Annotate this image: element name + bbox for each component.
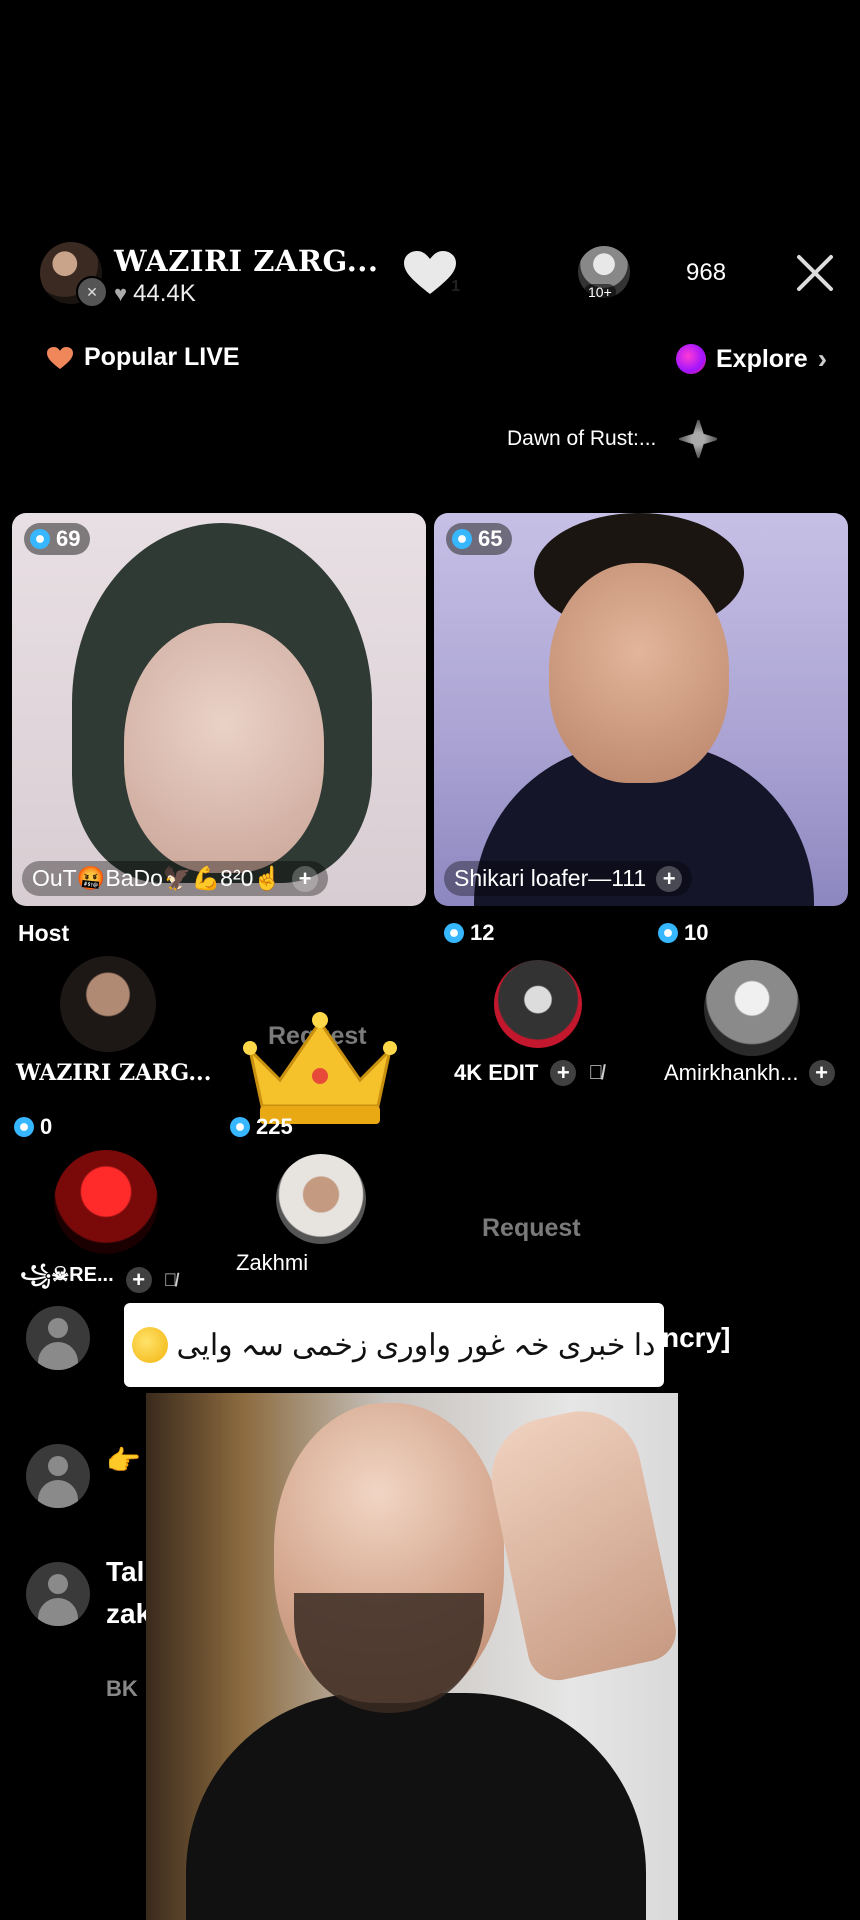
follow-plus-icon[interactable]: + [550,1060,577,1086]
game-label: Dawn of Rust:... [507,427,657,450]
seat1-count: 12 [444,920,494,946]
host-seat-name: WAZIRI ZARG... [16,1060,212,1086]
explore-link[interactable]: Explore › [676,343,827,375]
tile-name: Shikari loafer—111 [454,865,647,891]
seat1-namebar[interactable]: 4K EDIT + 🎙̸ [454,1060,603,1086]
request-label-2[interactable]: Request [482,1214,581,1243]
mic-off-icon: ✕ [76,276,108,308]
chat-line-1-suffix: ncry] [662,1322,731,1353]
seat3-avatar[interactable] [54,1150,158,1254]
chat-line-4b: zak [106,1598,152,1629]
game-icon [676,417,721,461]
seat2-avatar[interactable] [704,960,800,1056]
tile-name: OuT🤬BaDo🦅💪8²0☝ [32,865,283,891]
face-shape [549,563,729,783]
chat-line-5: BK [106,1676,138,1701]
gem-icon [658,923,678,943]
seat1-name: 4K EDIT [454,1060,539,1085]
viewer-pill: 69 [24,523,91,555]
popular-live-label: Popular LIVE [84,343,240,371]
seat1-avatar[interactable] [494,960,582,1048]
host-avatar[interactable]: ✕ [40,242,108,308]
seat2-namebar[interactable]: Amirkhankh... + [664,1060,835,1086]
follow-plus-icon[interactable]: + [656,865,683,892]
close-button[interactable] [792,250,838,296]
gem-icon [452,529,472,549]
tile-namebar[interactable]: Shikari loafer—111 + [444,861,693,896]
mic-off-icon: 🎙̸ [163,1269,178,1290]
seat3-name: ꧁☠RE... [20,1264,114,1286]
mic-off-icon: 🎙̸ [588,1061,604,1084]
likes-value: 44.4K [133,280,196,307]
hand-shape [480,1400,678,1686]
chat-avatar[interactable] [26,1562,90,1626]
explore-label: Explore [716,344,808,373]
seat2-name: Amirkhankh... [664,1060,799,1085]
gem-icon [230,1117,250,1137]
thinking-emoji-icon [132,1327,169,1363]
chat-line-3: 👉 [106,1445,141,1476]
like-button[interactable]: 1 [402,250,460,296]
follow-plus-icon[interactable]: + [292,865,319,892]
chat-avatar[interactable] [26,1444,90,1508]
chat-bubble: دا خبری خہ غور واوری زخمی سہ وایی [124,1303,664,1387]
shirt-shape [186,1693,646,1920]
close-icon [797,255,833,291]
chevron-right-icon: › [817,343,828,374]
top-viewer-avatar[interactable]: 10+ [578,246,630,300]
seat4-count: 225 [230,1114,293,1140]
tile-count: 65 [478,526,503,551]
seat3-count-value: 0 [40,1114,53,1139]
seat2-count: 10 [658,920,708,946]
tile-count: 69 [56,526,81,551]
gem-icon [14,1117,34,1137]
orange-heart-icon [47,346,73,369]
game-banner[interactable]: Dawn of Rust:... [507,417,721,461]
tile-namebar[interactable]: OuT🤬BaDo🦅💪8²0☝ + [22,861,329,896]
chat-line-4a: Tal [106,1556,145,1587]
likes-count: ♥ 44.4K [114,280,196,308]
crown-icon [240,1010,400,1126]
chat-avatar[interactable] [26,1306,90,1370]
video-tile-1[interactable]: 69 OuT🤬BaDo🦅💪8²0☝ + [12,513,426,906]
viewer-pill: 65 [446,523,513,555]
heart-count: 1 [451,278,460,295]
seat1-count-value: 12 [470,920,495,945]
seat3-count: 0 [14,1114,52,1140]
video-tile-2[interactable]: 65 Shikari loafer—111 + [434,513,848,906]
overlay-video[interactable] [146,1393,678,1920]
heart-icon [404,251,456,294]
seat4-count-value: 225 [256,1114,293,1139]
viewer-badge: 10+ [584,284,616,300]
host-name[interactable]: WAZIRI ZARG... [114,244,379,278]
popular-live-link[interactable]: Popular LIVE [46,343,240,372]
follow-plus-icon[interactable]: + [808,1060,835,1086]
host-label: Host [18,920,70,946]
viewer-count[interactable]: 968 [686,259,726,287]
gem-icon [444,923,464,943]
face-shape [124,623,324,873]
seat2-count-value: 10 [684,920,709,945]
host-seat-avatar[interactable] [60,956,156,1052]
explore-orb-icon [676,344,706,374]
gem-icon [30,529,50,549]
heart-small-icon: ♥ [114,281,128,306]
follow-plus-icon[interactable]: + [125,1267,152,1293]
seat4-name[interactable]: Zakhmi [236,1250,308,1276]
seat3-namebar[interactable]: ꧁☠RE... + 🎙̸ [20,1260,177,1300]
bubble-text: دا خبری خہ غور واوری زخمی سہ وایی [176,1328,656,1362]
seat4-avatar[interactable] [276,1154,366,1244]
